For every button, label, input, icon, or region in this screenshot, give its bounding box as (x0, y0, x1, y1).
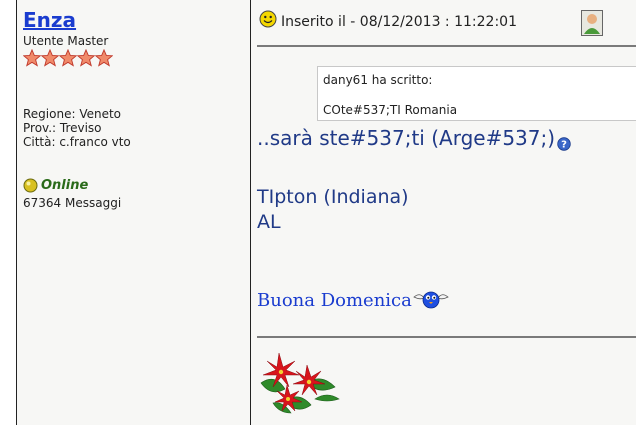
post-body-line2: TIpton (Indiana) (257, 186, 409, 208)
post-body-line3: AL (257, 211, 281, 233)
online-status: Online (23, 178, 250, 193)
post-divider-top (257, 45, 636, 47)
online-status-icon (23, 178, 38, 193)
rank-star-icon (23, 49, 41, 67)
rank-star-icon (77, 49, 95, 67)
rank-star-icon (59, 49, 77, 67)
author-panel: Enza Utente Master Regione: Veneto Prov.… (17, 0, 250, 425)
bird-emoticon (413, 291, 449, 309)
online-status-label: Online (41, 178, 89, 193)
rank-star-icon (95, 49, 113, 67)
post-header: Inserito il - 08/12/2013 : 11:22:01 (259, 8, 636, 38)
posted-date: Inserito il - 08/12/2013 : 11:22:01 (281, 14, 517, 30)
post-body-line1-text: ..sarà ste#537;ti (Arge#537;) (257, 126, 556, 150)
quote-box: dany61 ha scritto: COte#537;TI Romania (317, 66, 636, 121)
author-province: Prov.: Treviso (23, 121, 102, 135)
author-message-count: 67364 Messaggi (23, 196, 122, 210)
post-divider-bottom (257, 336, 636, 338)
rank-stars (23, 49, 250, 67)
help-icon: ? (557, 137, 571, 151)
quote-text: COte#537;TI Romania (323, 103, 458, 117)
author-name-link[interactable]: Enza (23, 8, 76, 32)
author-region: Regione: Veneto (23, 107, 122, 121)
rank-star-icon (41, 49, 59, 67)
svg-text:?: ? (561, 140, 567, 151)
post-greeting-text: Buona Domenica (257, 290, 412, 311)
author-rank: Utente Master (23, 34, 109, 48)
quote-author: dany61 ha scritto: (323, 73, 433, 87)
smiley-icon (259, 10, 277, 28)
post-body-line1: ..sarà ste#537;ti (Arge#537;) ? (257, 126, 571, 151)
author-city: Città: c.franco vto (23, 135, 131, 149)
post-greeting: Buona Domenica (257, 290, 450, 311)
profile-icon[interactable] (581, 10, 603, 36)
author-location: Regione: Veneto Prov.: Treviso Città: c.… (23, 107, 250, 149)
poinsettia-image (260, 352, 340, 414)
post-panel: Inserito il - 08/12/2013 : 11:22:01 dany… (251, 0, 636, 425)
page-left-margin (0, 0, 16, 425)
